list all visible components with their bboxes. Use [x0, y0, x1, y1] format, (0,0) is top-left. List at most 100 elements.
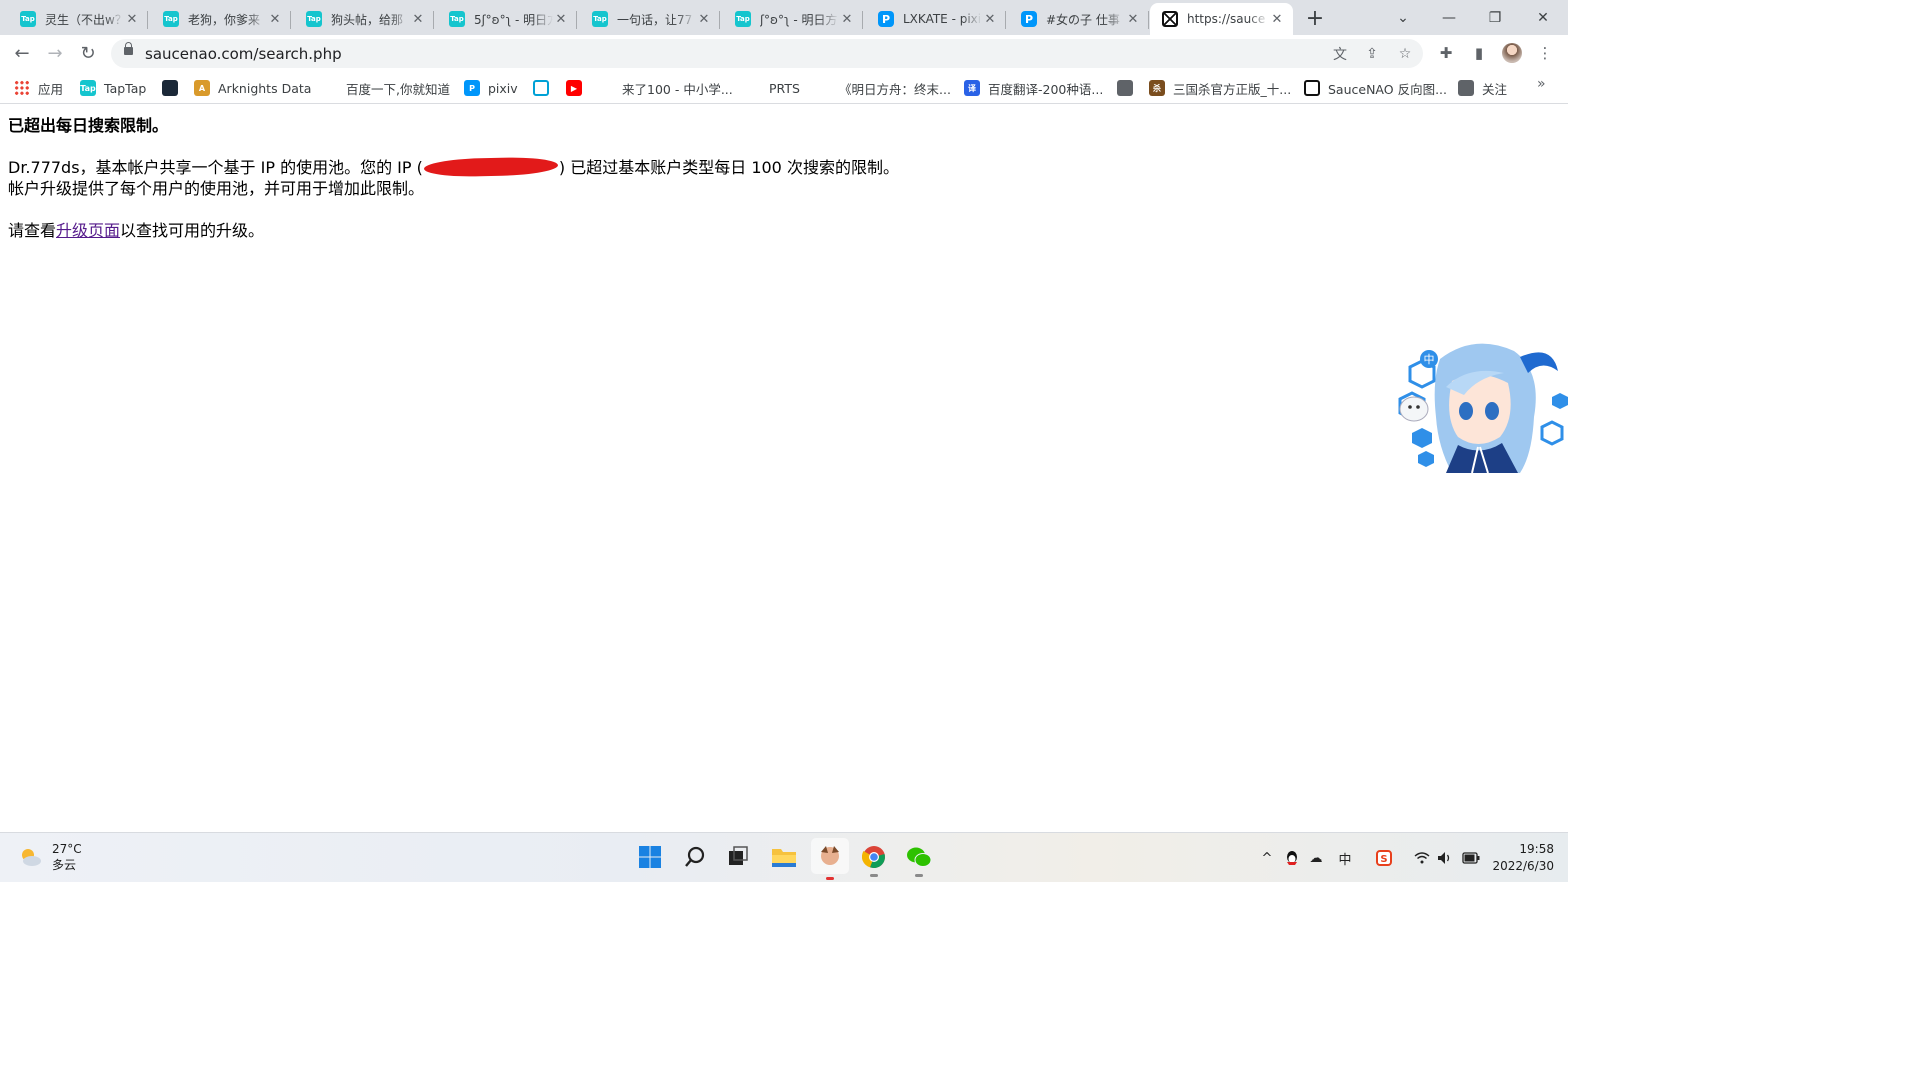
onedrive-cloud-icon[interactable]: ☁: [1307, 849, 1325, 867]
close-tab-icon[interactable]: ✕: [124, 11, 140, 27]
browser-tab[interactable]: Tap 狗头帖，给那 ✕: [294, 3, 434, 35]
bookmark-label: pixiv: [488, 80, 518, 96]
volume-icon[interactable]: [1436, 849, 1454, 867]
bookmark-label: 来了100 - 中小学...: [622, 81, 733, 97]
translate-icon[interactable]: 文: [1330, 44, 1350, 64]
close-tab-icon[interactable]: ✕: [1125, 11, 1141, 27]
reload-button[interactable]: ↻: [74, 39, 102, 67]
upgrade-page-link[interactable]: 升级页面: [56, 221, 120, 240]
bookmark-item[interactable]: ✧ 《明日方舟：终末...: [815, 78, 951, 98]
browser-tab[interactable]: Tap 灵生（不出w？ ✕: [8, 3, 148, 35]
svg-text:S: S: [1380, 854, 1387, 865]
task-view-button[interactable]: [724, 843, 752, 871]
tab-strip: Tap 灵生（不出w？ ✕ Tap 老狗，你爹来 ✕ Tap 狗头帖，给那 ✕ …: [0, 0, 1568, 35]
tab-separator: [290, 11, 291, 29]
bookmark-label: SauceNAO 反向图...: [1328, 81, 1447, 97]
browser-tab-active[interactable]: https://sauce ✕: [1150, 3, 1293, 35]
taptap-icon: Tap: [306, 11, 322, 27]
browser-tab[interactable]: Tap 5ʃ°ʚ°ʅ - 明日方 ✕: [437, 3, 577, 35]
arknights-app-button[interactable]: [811, 838, 849, 880]
address-bar[interactable]: saucenao.com/search.php 文 ⇪ ☆: [111, 39, 1423, 68]
weather-widget[interactable]: 27°C 多云: [18, 841, 82, 873]
sanguosha-icon: 杀: [1149, 80, 1165, 96]
url-text[interactable]: saucenao.com/search.php: [145, 45, 342, 63]
page-viewport: 已超出每日搜索限制。 Dr.777ds，基本帐户共享一个基于 IP 的使用池。您…: [0, 105, 1568, 832]
wechat-app-button[interactable]: [905, 843, 933, 877]
close-tab-icon[interactable]: ✕: [410, 11, 426, 27]
battery-charging-icon[interactable]: [1462, 849, 1480, 867]
anime-mascot-widget[interactable]: 中: [1392, 337, 1568, 473]
bookmark-item[interactable]: 杀 三国杀官方正版_十...: [1149, 78, 1291, 98]
sogou-input-icon[interactable]: S: [1375, 849, 1393, 867]
bookmark-label: 关注: [1482, 81, 1508, 97]
arknights-character-icon: [821, 846, 839, 865]
ip-redaction-scribble: [423, 156, 559, 178]
bookmark-item[interactable]: [533, 78, 549, 98]
close-window-button[interactable]: ✕: [1520, 0, 1566, 35]
bookmark-item[interactable]: Tap TapTap: [80, 78, 146, 98]
limit-explanation: Dr.777ds，基本帐户共享一个基于 IP 的使用池。您的 IP () 已超过…: [8, 156, 899, 199]
tab-title: 灵生（不出w？: [45, 12, 124, 27]
bookmark-item[interactable]: P pixiv: [464, 78, 518, 98]
system-clock[interactable]: 19:58 2022/6/30: [1488, 841, 1554, 875]
taptap-icon: Tap: [163, 11, 179, 27]
bookmark-item[interactable]: ▶: [566, 78, 582, 98]
bookmark-item[interactable]: ✿ 百度一下,你就知道: [322, 78, 450, 98]
back-button[interactable]: ←: [8, 39, 36, 67]
bookmark-item[interactable]: 关注: [1458, 78, 1507, 98]
tab-search-chevron-icon[interactable]: ⌄: [1380, 0, 1426, 35]
browser-tab[interactable]: Tap 老狗，你爹来 ✕: [151, 3, 291, 35]
taptap-icon: Tap: [449, 11, 465, 27]
side-panel-icon[interactable]: ▮: [1469, 43, 1489, 63]
bookmark-item[interactable]: A Arknights Data: [194, 78, 311, 98]
share-icon[interactable]: ⇪: [1362, 44, 1382, 64]
bookmark-label: 应用: [38, 81, 64, 97]
show-hidden-icons-chevron-icon[interactable]: ^: [1258, 849, 1276, 867]
qq-icon[interactable]: [1283, 849, 1301, 867]
input-method-indicator[interactable]: 中: [1336, 849, 1354, 868]
close-tab-icon[interactable]: ✕: [696, 11, 712, 27]
extensions-puzzle-icon[interactable]: ✚: [1436, 43, 1456, 63]
forward-button[interactable]: →: [41, 39, 69, 67]
bookmark-label: Arknights Data: [218, 80, 312, 96]
bookmark-item[interactable]: [1117, 78, 1133, 98]
pixiv-icon: P: [1021, 11, 1037, 27]
minimize-button[interactable]: —: [1426, 0, 1472, 35]
menu-kebab-icon[interactable]: ⋮: [1535, 43, 1555, 63]
close-tab-icon[interactable]: ✕: [1269, 11, 1285, 27]
page-heading: 已超出每日搜索限制。: [8, 116, 169, 135]
browser-tab[interactable]: Tap 一句话，让77 ✕: [580, 3, 720, 35]
profile-avatar[interactable]: [1502, 43, 1522, 63]
running-indicator: [915, 874, 923, 877]
bookmark-item[interactable]: 应用: [14, 78, 63, 98]
search-button[interactable]: [681, 843, 709, 871]
bookmark-item[interactable]: [162, 78, 178, 98]
file-explorer-button[interactable]: [770, 843, 798, 871]
running-indicator: [870, 874, 878, 877]
pixiv-icon: P: [464, 80, 480, 96]
bookmark-star-icon[interactable]: ☆: [1395, 44, 1415, 64]
close-tab-icon[interactable]: ✕: [982, 11, 998, 27]
bookmark-item[interactable]: ✦ 来了100 - 中小学...: [598, 78, 733, 98]
new-tab-button[interactable]: +: [1303, 6, 1327, 31]
clock-date: 2022/6/30: [1492, 859, 1554, 873]
close-tab-icon[interactable]: ✕: [553, 11, 569, 27]
bookmark-item[interactable]: SauceNAO 反向图...: [1304, 78, 1447, 98]
windows-logo-icon: [639, 846, 661, 868]
restore-button[interactable]: ❐: [1472, 0, 1518, 35]
clock-time: 19:58: [1519, 842, 1554, 856]
chrome-app-button[interactable]: [860, 843, 888, 877]
lock-icon[interactable]: [124, 42, 133, 55]
start-button[interactable]: [636, 843, 664, 871]
close-tab-icon[interactable]: ✕: [267, 11, 283, 27]
browser-tab[interactable]: Tap ʃ°ʚ°ʅ - 明日方 ✕: [723, 3, 863, 35]
tab-title: https://sauce: [1187, 12, 1266, 26]
bookmark-item[interactable]: ♟ PRTS: [745, 78, 800, 98]
browser-tab[interactable]: P LXKATE - pixiv ✕: [866, 3, 1006, 35]
close-tab-icon[interactable]: ✕: [839, 11, 855, 27]
wifi-icon[interactable]: [1413, 849, 1431, 867]
more-bookmarks-chevron-icon[interactable]: »: [1537, 76, 1546, 92]
bookmark-item[interactable]: 译 百度翻译-200种语...: [964, 78, 1103, 98]
browser-tab[interactable]: P #女の子 仕事 ✕: [1009, 3, 1149, 35]
weather-text: 27°C 多云: [52, 841, 82, 873]
